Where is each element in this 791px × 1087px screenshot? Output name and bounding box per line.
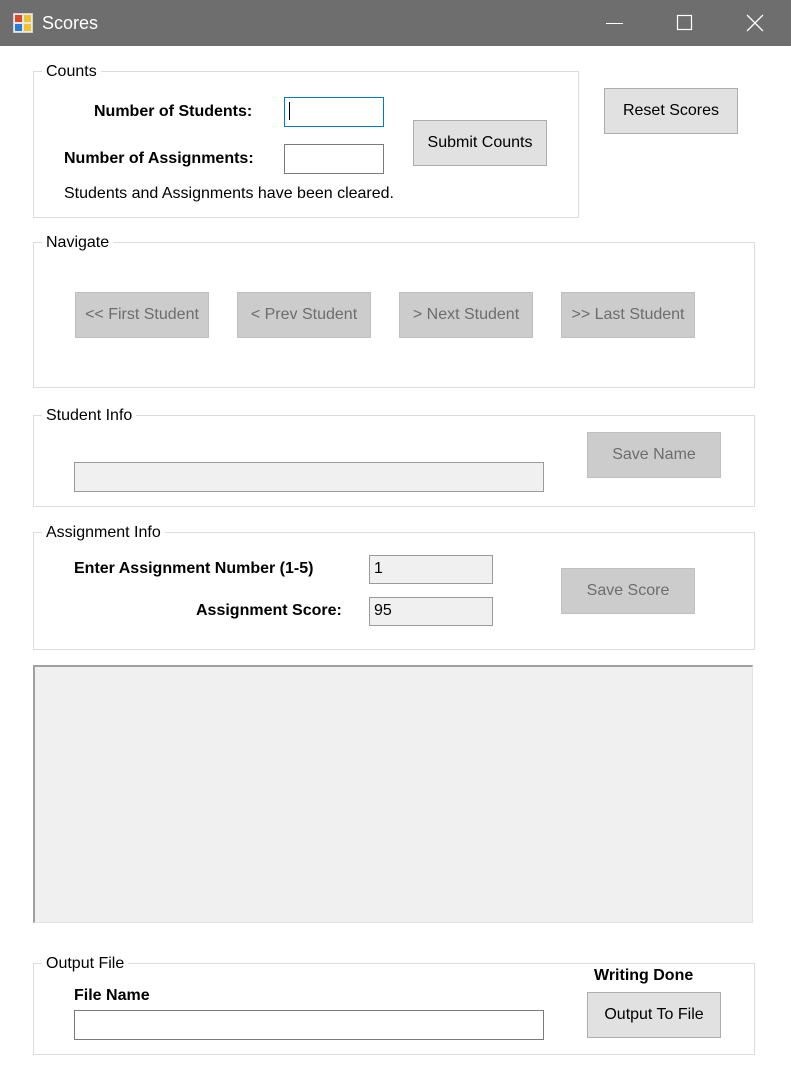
navigate-group: Navigate << First Student < Prev Student… <box>33 234 755 388</box>
output-to-file-button[interactable]: Output To File <box>587 992 721 1038</box>
counts-legend: Counts <box>42 63 101 80</box>
save-score-button[interactable]: Save Score <box>561 568 695 614</box>
title-bar: Scores <box>0 0 791 46</box>
student-name-input[interactable] <box>74 462 544 492</box>
minimize-button[interactable] <box>580 0 650 46</box>
first-student-button[interactable]: << First Student <box>75 292 209 338</box>
close-button[interactable] <box>720 0 790 46</box>
minimize-icon <box>606 23 623 24</box>
client-area: Counts Number of Students: Number of Ass… <box>1 46 790 1086</box>
submit-counts-button[interactable]: Submit Counts <box>413 120 547 166</box>
maximize-button[interactable] <box>650 0 720 46</box>
file-name-label: File Name <box>74 987 150 1004</box>
last-student-button[interactable]: >> Last Student <box>561 292 695 338</box>
student-info-legend: Student Info <box>42 407 137 424</box>
assignments-count-label: Number of Assignments: <box>64 150 254 167</box>
assignments-count-input[interactable] <box>284 144 384 174</box>
output-file-group: Output File File Name Writing Done Outpu… <box>33 955 755 1055</box>
writing-status-text: Writing Done <box>594 967 694 984</box>
assignment-number-input[interactable]: 1 <box>369 555 493 584</box>
maximize-icon <box>676 14 693 31</box>
scores-list-box[interactable] <box>33 665 753 923</box>
assignment-info-legend: Assignment Info <box>42 524 165 541</box>
assignment-score-input[interactable]: 95 <box>369 597 493 626</box>
counts-status-text: Students and Assignments have been clear… <box>64 185 394 202</box>
students-count-input[interactable] <box>284 97 384 127</box>
window-title: Scores <box>42 13 99 33</box>
prev-student-button[interactable]: < Prev Student <box>237 292 371 338</box>
student-info-group: Student Info Save Name <box>33 407 755 507</box>
assignment-info-group: Assignment Info Enter Assignment Number … <box>33 524 755 650</box>
reset-scores-button[interactable]: Reset Scores <box>604 88 738 134</box>
navigate-legend: Navigate <box>42 234 114 251</box>
students-count-label: Number of Students: <box>94 103 253 120</box>
counts-group: Counts Number of Students: Number of Ass… <box>33 63 579 218</box>
save-name-button[interactable]: Save Name <box>587 432 721 478</box>
assignment-number-value: 1 <box>374 560 383 577</box>
assignment-score-value: 95 <box>374 602 392 619</box>
assignment-score-label: Assignment Score: <box>196 602 342 619</box>
assignment-number-label: Enter Assignment Number (1-5) <box>74 560 314 577</box>
file-name-input[interactable] <box>74 1010 544 1040</box>
app-icon <box>13 13 33 33</box>
close-icon <box>746 14 764 32</box>
output-file-legend: Output File <box>42 955 129 972</box>
text-caret <box>289 101 290 120</box>
next-student-button[interactable]: > Next Student <box>399 292 533 338</box>
